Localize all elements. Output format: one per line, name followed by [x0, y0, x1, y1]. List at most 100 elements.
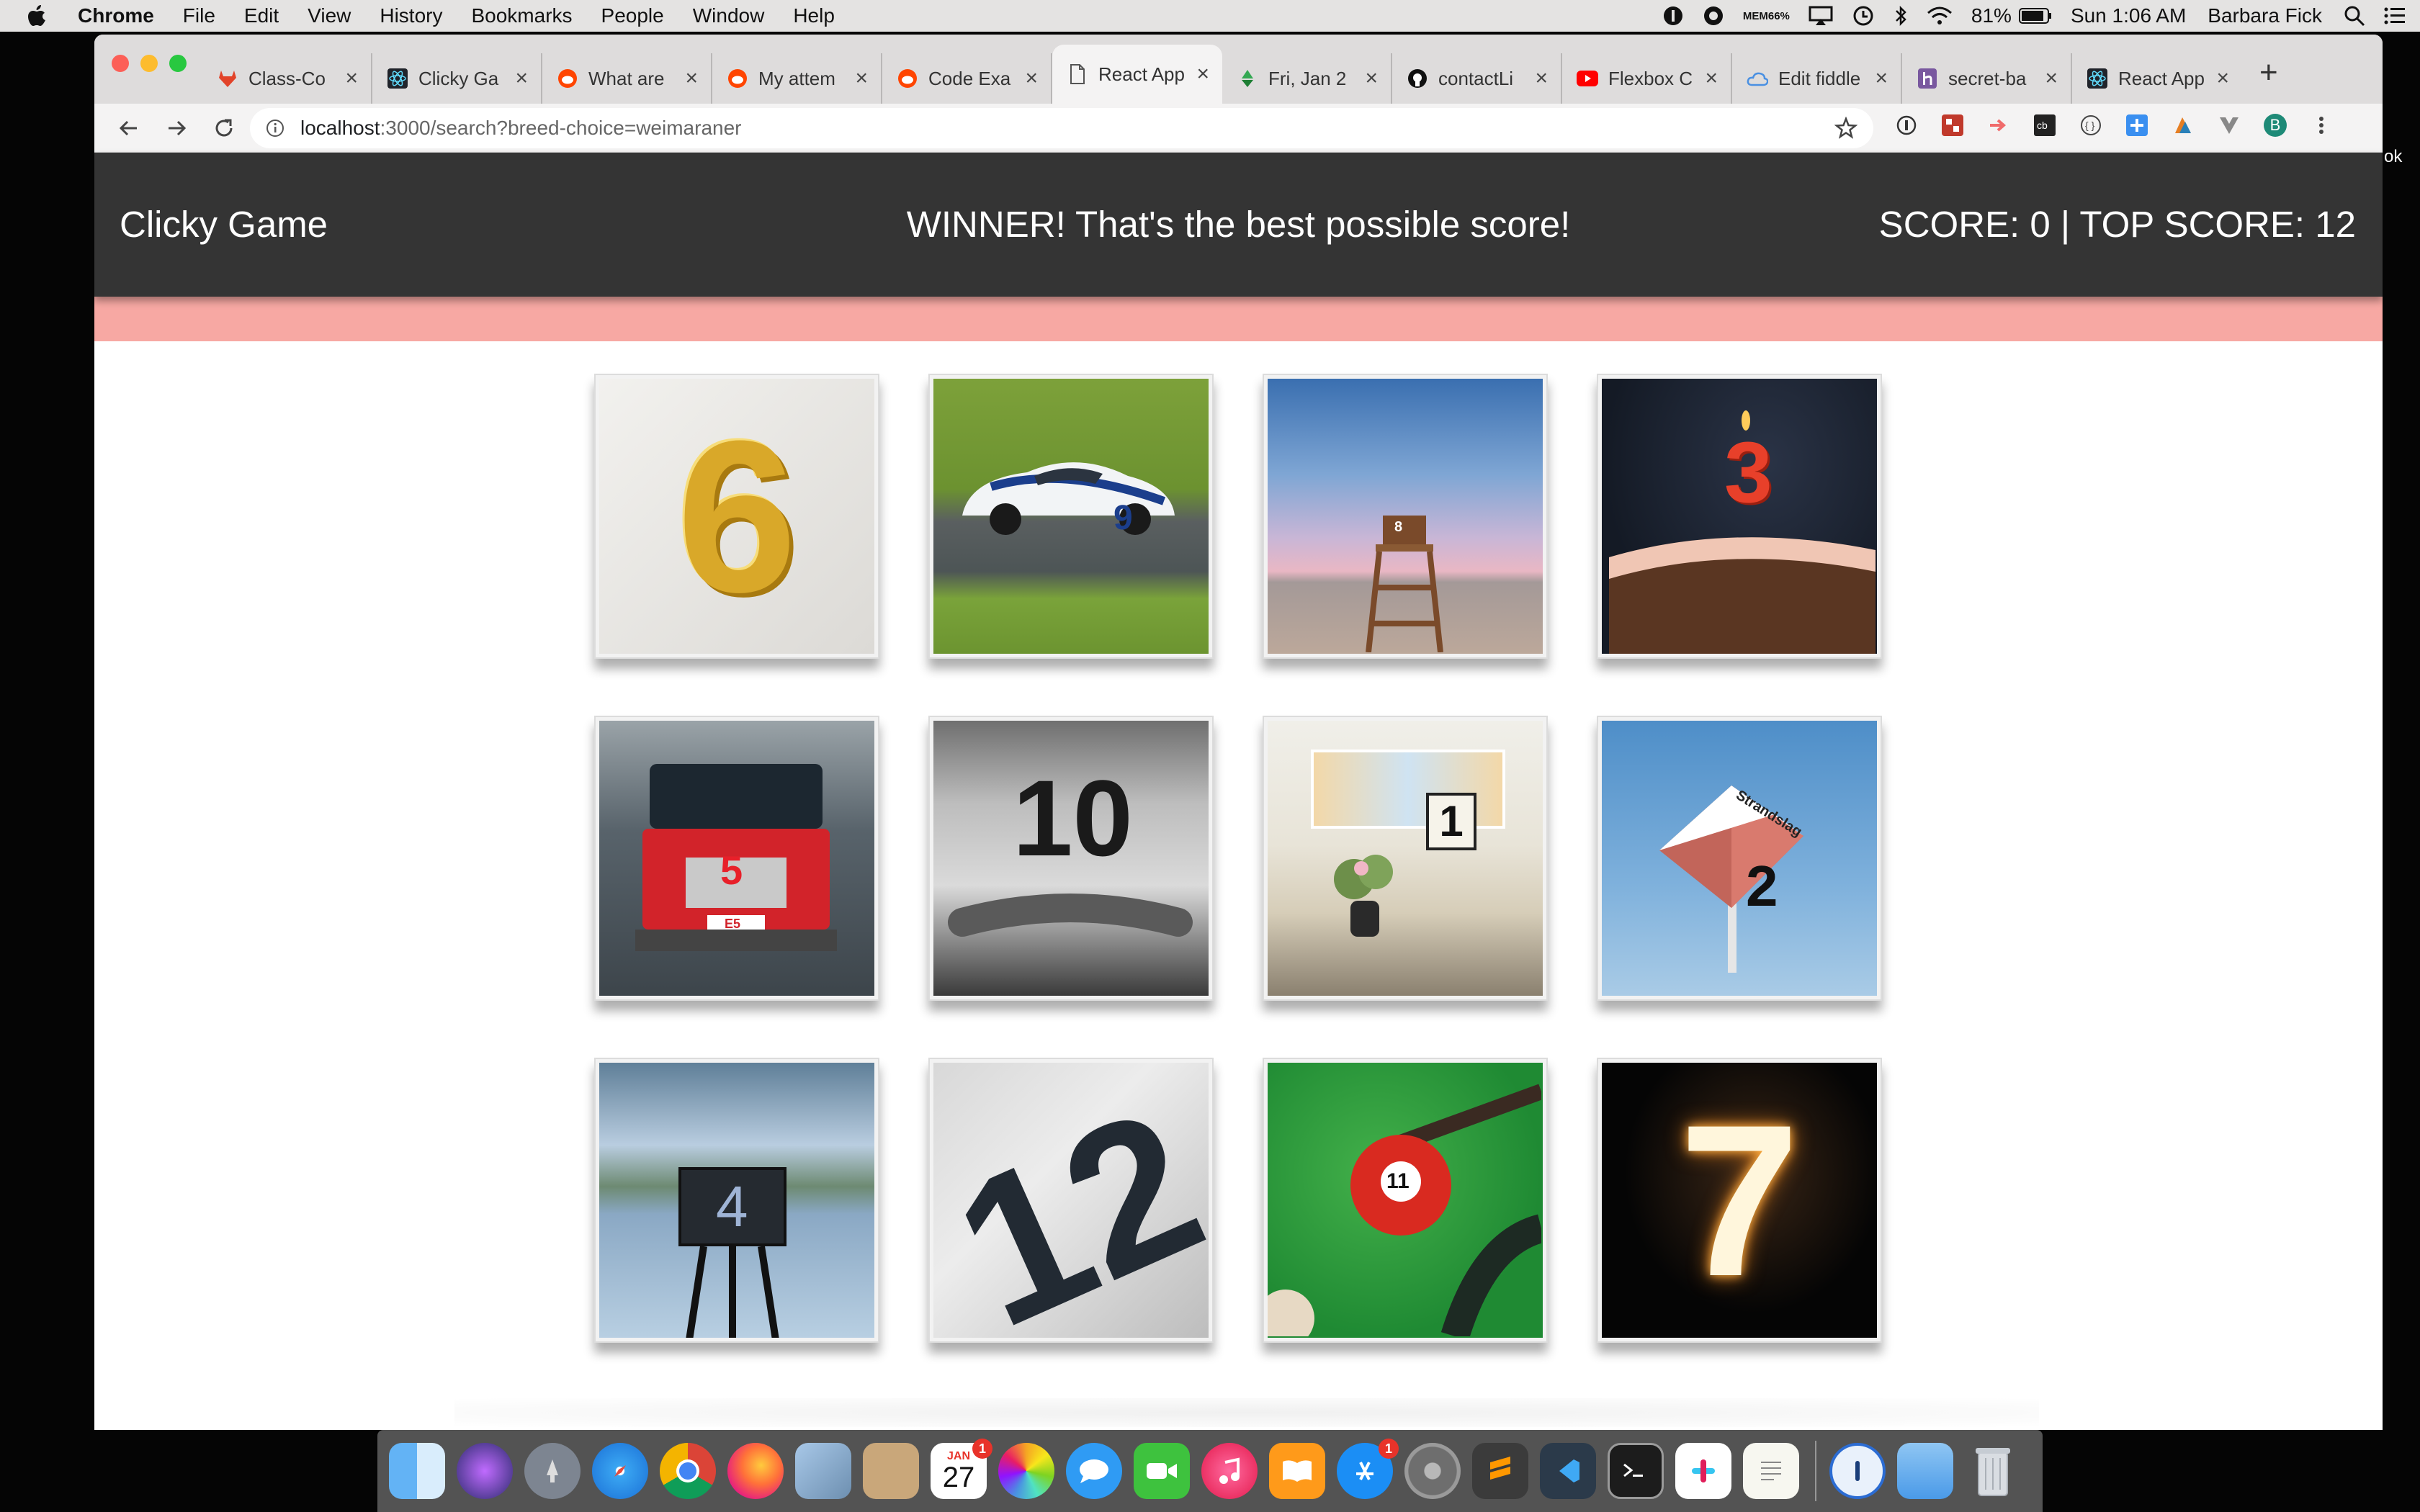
finder-icon[interactable] [389, 1443, 445, 1499]
vue-devtools-icon[interactable] [2218, 114, 2241, 137]
vpn-menu-icon[interactable] [1703, 5, 1724, 27]
tab-github-contactlist[interactable]: contactLi × [1392, 53, 1562, 104]
arrow-extension-icon[interactable] [1987, 114, 2010, 137]
image-card[interactable]: 9 [928, 374, 1214, 659]
slack-icon[interactable] [1675, 1443, 1731, 1499]
tab-reddit-code-examples[interactable]: Code Exa × [882, 53, 1052, 104]
close-window-button[interactable] [112, 55, 129, 72]
image-card[interactable]: 11 [1263, 1058, 1548, 1343]
zoom-window-button[interactable] [169, 55, 187, 72]
menu-people[interactable]: People [601, 4, 664, 27]
menu-window[interactable]: Window [693, 4, 765, 27]
menu-clock[interactable]: Sun 1:06 AM [2071, 4, 2186, 27]
airplay-icon[interactable] [1809, 6, 1833, 26]
downloads-folder-icon[interactable] [1897, 1443, 1953, 1499]
menu-bookmarks[interactable]: Bookmarks [471, 4, 572, 27]
app-store-icon[interactable]: 1 [1337, 1439, 1399, 1499]
image-card[interactable]: 6 [594, 374, 879, 659]
tab-reddit-my-attempt[interactable]: My attem × [712, 53, 882, 104]
photos-icon[interactable] [998, 1443, 1054, 1499]
memory-stat[interactable]: MEM 66% [1743, 11, 1790, 22]
safari-icon[interactable] [592, 1443, 648, 1499]
braces-extension-icon[interactable]: { } [2079, 114, 2102, 137]
facetime-icon[interactable] [1134, 1443, 1190, 1499]
codebeautify-extension-icon[interactable]: cb [2033, 114, 2056, 137]
messages-icon[interactable] [1066, 1443, 1122, 1499]
address-bar[interactable]: localhost:3000/search?breed-choice=weima… [250, 108, 1873, 148]
tab-clicky-game[interactable]: Clicky Ga × [372, 53, 542, 104]
plus-extension-icon[interactable] [2125, 114, 2148, 137]
site-info-icon[interactable] [266, 119, 284, 138]
bluetooth-icon[interactable] [1894, 5, 1908, 27]
spotlight-search-icon[interactable] [2344, 5, 2365, 27]
close-tab-icon[interactable]: × [2216, 66, 2229, 91]
profile-avatar[interactable]: B [2264, 114, 2287, 137]
menu-app-name[interactable]: Chrome [78, 4, 154, 27]
tab-secret-heroku[interactable]: secret-ba × [1902, 53, 2072, 104]
close-tab-icon[interactable]: × [2045, 66, 2058, 91]
onepassword-extension-icon[interactable] [1895, 114, 1918, 137]
menu-history[interactable]: History [380, 4, 442, 27]
new-tab-button[interactable]: + [2259, 55, 2278, 104]
time-machine-icon[interactable] [1852, 4, 1875, 27]
contacts-icon[interactable] [863, 1443, 919, 1499]
tab-react-app-active[interactable]: React App × [1052, 45, 1222, 104]
textedit-icon[interactable] [1743, 1443, 1799, 1499]
onepassword-dock-icon[interactable] [1829, 1443, 1886, 1499]
calendar-icon[interactable]: JAN 27 1 [931, 1439, 992, 1499]
wifi-icon[interactable] [1927, 6, 1953, 26]
reload-button[interactable] [211, 117, 237, 139]
menu-help[interactable]: Help [793, 4, 835, 27]
image-card[interactable]: 10 [928, 716, 1214, 1001]
system-preferences-icon[interactable] [1404, 1443, 1461, 1499]
menu-user[interactable]: Barbara Fick [2208, 4, 2322, 27]
sublime-text-icon[interactable] [1472, 1443, 1528, 1499]
close-tab-icon[interactable]: × [1875, 66, 1888, 91]
tab-youtube-flexbox[interactable]: Flexbox C × [1562, 53, 1732, 104]
music-icon[interactable] [1201, 1443, 1258, 1499]
tab-class-code[interactable]: Class-Co × [202, 53, 372, 104]
onepassword-menu-icon[interactable] [1662, 5, 1684, 27]
close-tab-icon[interactable]: × [685, 66, 698, 91]
close-tab-icon[interactable]: × [1025, 66, 1038, 91]
vscode-icon[interactable] [1540, 1443, 1596, 1499]
menu-edit[interactable]: Edit [244, 4, 279, 27]
apple-menu-icon[interactable] [27, 5, 56, 27]
notification-center-icon[interactable] [2384, 6, 2406, 25]
grid-extension-icon[interactable] [1941, 114, 1964, 137]
close-tab-icon[interactable]: × [855, 66, 868, 91]
bookmark-star-icon[interactable] [1834, 116, 1858, 145]
menu-file[interactable]: File [183, 4, 215, 27]
chrome-menu-icon[interactable] [2310, 114, 2333, 137]
image-card[interactable]: 7 [1597, 1058, 1882, 1343]
battery-icon[interactable] [2018, 7, 2052, 24]
launchpad-icon[interactable] [524, 1443, 581, 1499]
books-icon[interactable] [1269, 1443, 1325, 1499]
chrome-icon[interactable] [660, 1443, 716, 1499]
image-card[interactable]: 12 [928, 1058, 1214, 1343]
tab-react-app-2[interactable]: React App × [2072, 53, 2242, 104]
close-tab-icon[interactable]: × [515, 66, 528, 91]
tab-reddit-what-are[interactable]: What are × [542, 53, 712, 104]
minimize-window-button[interactable] [140, 55, 158, 72]
close-tab-icon[interactable]: × [1705, 66, 1718, 91]
firefox-icon[interactable] [727, 1443, 784, 1499]
color-extension-icon[interactable] [2172, 114, 2195, 137]
back-button[interactable] [116, 117, 142, 139]
close-tab-icon[interactable]: × [1365, 66, 1378, 91]
preview-icon[interactable] [795, 1443, 851, 1499]
terminal-icon[interactable] [1608, 1443, 1664, 1499]
tab-edit-fiddle[interactable]: Edit fiddle × [1732, 53, 1902, 104]
image-card[interactable]: 1 [1263, 716, 1548, 1001]
image-card[interactable]: Strandslag 2 [1597, 716, 1882, 1001]
tab-fri-jan[interactable]: Fri, Jan 2 × [1222, 53, 1392, 104]
menu-view[interactable]: View [308, 4, 351, 27]
image-card[interactable]: 8 [1263, 374, 1548, 659]
image-card[interactable]: 5 E5 [594, 716, 879, 1001]
close-tab-icon[interactable]: × [1535, 66, 1548, 91]
close-tab-icon[interactable]: × [345, 66, 358, 91]
image-card[interactable]: 4 [594, 1058, 879, 1343]
siri-icon[interactable] [457, 1443, 513, 1499]
close-tab-icon[interactable]: × [1196, 62, 1209, 86]
forward-button[interactable] [163, 117, 189, 139]
